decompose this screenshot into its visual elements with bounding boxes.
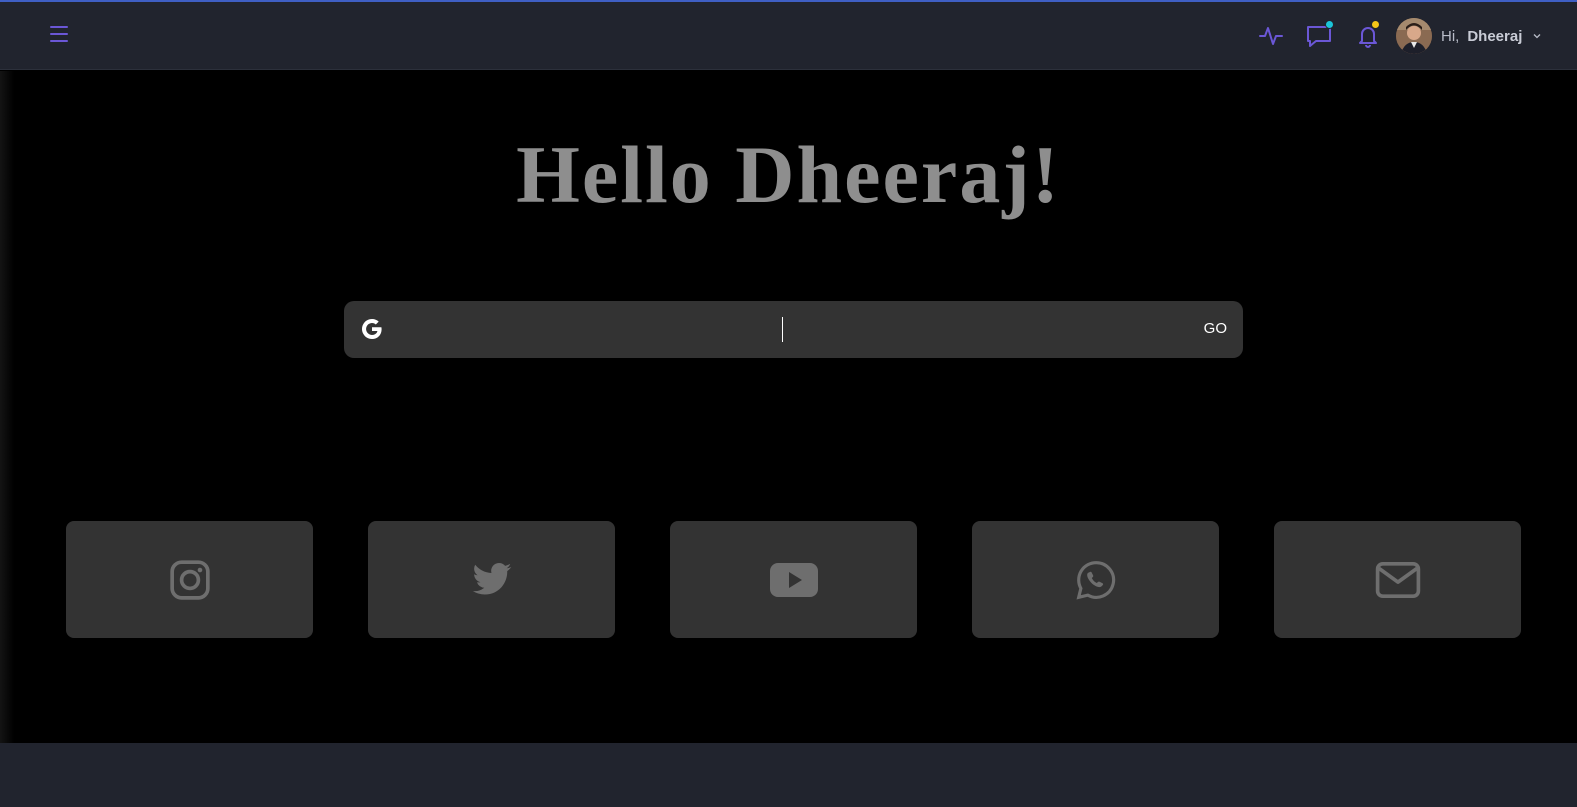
- top-navbar: Hi, Dheeraj: [0, 2, 1577, 70]
- email-shortcut-tile[interactable]: [1274, 521, 1521, 638]
- footer-bar: [0, 743, 1577, 807]
- twitter-icon: [472, 562, 511, 595]
- google-g-icon: [362, 319, 382, 339]
- bell-icon[interactable]: [1354, 20, 1382, 50]
- hamburger-menu-icon[interactable]: [50, 26, 70, 46]
- search-bar[interactable]: GO: [344, 301, 1243, 358]
- bell-notification-dot: [1371, 20, 1380, 29]
- whatsapp-icon: [1076, 560, 1115, 599]
- twitter-shortcut-tile[interactable]: [368, 521, 615, 638]
- user-greeting: Hi,: [1441, 27, 1460, 45]
- user-menu[interactable]: Hi, Dheeraj: [1396, 16, 1542, 56]
- mail-icon: [1375, 561, 1420, 598]
- user-name: Dheeraj: [1467, 27, 1523, 45]
- youtube-shortcut-tile[interactable]: [670, 521, 917, 638]
- instagram-icon: [169, 559, 210, 600]
- chat-notification-dot: [1325, 20, 1334, 29]
- activity-pulse-icon[interactable]: [1257, 22, 1285, 50]
- search-input[interactable]: [404, 311, 1184, 347]
- user-avatar[interactable]: [1396, 18, 1432, 54]
- whatsapp-shortcut-tile[interactable]: [972, 521, 1219, 638]
- text-caret: [782, 317, 783, 342]
- instagram-shortcut-tile[interactable]: [66, 521, 313, 638]
- page-title: Hello Dheeraj!: [516, 129, 1061, 220]
- go-button[interactable]: GO: [1204, 320, 1227, 337]
- chevron-down-icon[interactable]: [1532, 31, 1542, 41]
- chat-bubble-icon[interactable]: [1305, 20, 1334, 50]
- youtube-icon: [769, 562, 818, 597]
